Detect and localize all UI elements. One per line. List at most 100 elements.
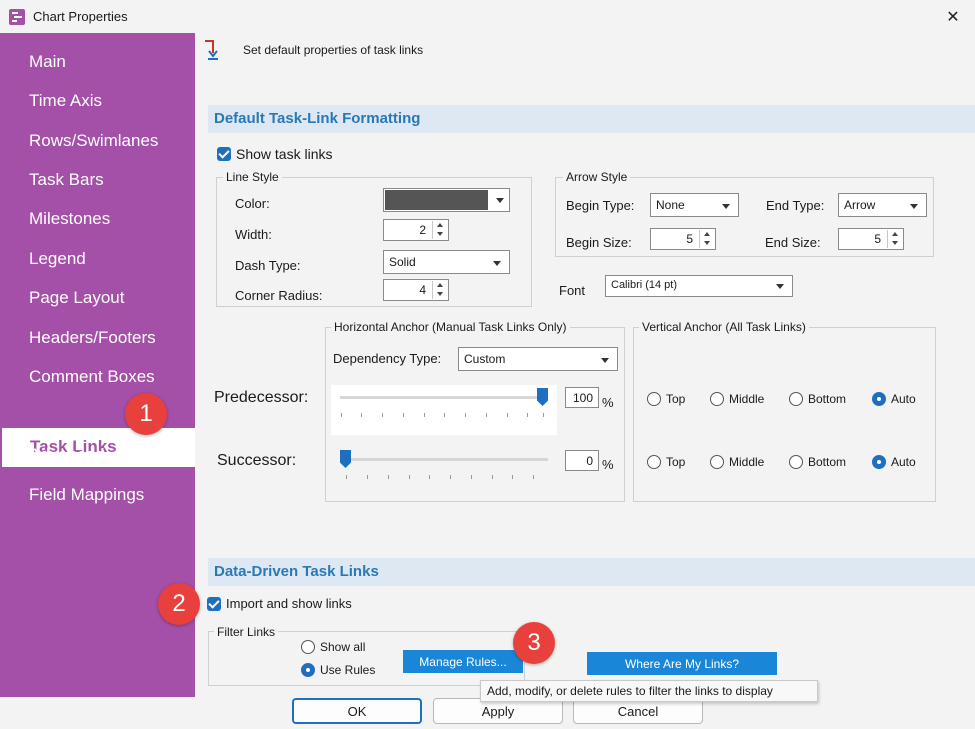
begin-size-stepper[interactable]: 5 (650, 228, 716, 250)
sidebar-item-main[interactable]: Main (29, 52, 66, 72)
callout-badge-2: 2 (158, 583, 200, 625)
vertical-anchor-title: Vertical Anchor (All Task Links) (639, 320, 809, 334)
import-links-label: Import and show links (226, 596, 352, 611)
pred-auto-radio[interactable] (872, 392, 886, 406)
show-all-radio[interactable] (301, 640, 315, 654)
sidebar-item-rows-swimlanes[interactable]: Rows/Swimlanes (29, 131, 158, 151)
slider-tick (492, 475, 493, 479)
spin-buttons[interactable] (699, 230, 714, 248)
spin-buttons[interactable] (432, 221, 447, 239)
end-size-value: 5 (874, 232, 881, 246)
color-picker[interactable] (383, 188, 510, 212)
show-task-links-checkbox[interactable] (217, 147, 231, 161)
successor-value: 0 (586, 454, 593, 468)
chevron-down-icon (910, 204, 918, 209)
end-type-select[interactable]: Arrow (838, 193, 927, 217)
succ-bottom-label: Bottom (808, 455, 847, 469)
ok-button[interactable]: OK (292, 698, 422, 724)
corner-radius-stepper[interactable]: 4 (383, 279, 449, 301)
slider-tick (361, 413, 362, 417)
sidebar-item-comment-boxes[interactable]: Comment Boxes (29, 367, 155, 387)
sidebar-item-headers-footers[interactable]: Headers/Footers (29, 328, 156, 348)
pred-middle-radio[interactable] (710, 392, 724, 406)
chevron-down-icon (493, 261, 501, 266)
succ-auto-label: Auto (891, 455, 916, 469)
color-swatch (385, 190, 488, 210)
spin-down-icon (437, 292, 443, 296)
pred-top-radio[interactable] (647, 392, 661, 406)
succ-middle-radio[interactable] (710, 455, 724, 469)
close-icon[interactable]: ✕ (937, 4, 969, 30)
import-links-checkbox[interactable] (207, 597, 221, 611)
width-value: 2 (419, 223, 426, 237)
font-label: Font (559, 283, 586, 298)
percent-sign: % (602, 457, 614, 472)
sidebar-item-legend[interactable]: Legend (29, 249, 86, 269)
percent-sign: % (602, 395, 614, 410)
spin-down-icon (892, 241, 898, 245)
dash-type-select[interactable]: Solid (383, 250, 510, 274)
callout-badge-1: 1 (125, 393, 167, 435)
use-rules-label: Use Rules (320, 663, 376, 677)
chevron-down-icon (722, 204, 730, 209)
link-arrow-icon (203, 38, 225, 62)
use-rules-radio[interactable] (301, 663, 315, 677)
callout-badge-3: 3 (513, 622, 555, 664)
where-are-my-links-button[interactable]: Where Are My Links? (587, 652, 777, 675)
sidebar-item-page-layout[interactable]: Page Layout (29, 288, 124, 308)
sidebar-item-advanced[interactable]: Advanced (29, 445, 105, 465)
vertical-anchor-group (633, 327, 936, 502)
width-stepper[interactable]: 2 (383, 219, 449, 241)
sidebar-item-milestones[interactable]: Milestones (29, 209, 110, 229)
pred-middle-label: Middle (729, 392, 765, 406)
section-header-formatting: Default Task-Link Formatting (208, 105, 975, 133)
dash-type-value: Solid (389, 255, 416, 269)
succ-top-radio[interactable] (647, 455, 661, 469)
sidebar-item-task-bars[interactable]: Task Bars (29, 170, 104, 190)
successor-slider[interactable] (331, 447, 557, 497)
slider-track (340, 458, 548, 461)
begin-type-select[interactable]: None (650, 193, 739, 217)
spin-down-icon (704, 241, 710, 245)
slider-thumb[interactable] (537, 388, 548, 406)
dependency-type-value: Custom (464, 352, 506, 366)
corner-radius-label: Corner Radius: (235, 288, 323, 303)
font-select[interactable]: Calibri (14 pt) (605, 275, 793, 297)
spin-buttons[interactable] (432, 281, 447, 299)
slider-tick (403, 413, 404, 417)
end-type-value: Arrow (844, 198, 876, 212)
successor-percent-input[interactable]: 0 (565, 450, 599, 471)
end-size-label: End Size: (765, 235, 821, 250)
filter-links-title: Filter Links (214, 625, 279, 639)
line-style-title: Line Style (223, 170, 282, 184)
section-title: Data-Driven Task Links (214, 563, 379, 580)
slider-tick (424, 413, 425, 417)
predecessor-slider[interactable] (331, 385, 557, 435)
slider-tick (543, 413, 544, 417)
chevron-down-icon (776, 284, 784, 289)
spin-up-icon (704, 232, 710, 236)
slider-track (340, 396, 548, 399)
end-size-stepper[interactable]: 5 (838, 228, 904, 250)
slider-thumb[interactable] (340, 450, 351, 468)
slider-tick (533, 475, 534, 479)
manage-rules-button[interactable]: Manage Rules... (403, 650, 523, 673)
begin-size-label: Begin Size: (566, 235, 632, 250)
succ-auto-radio[interactable] (872, 455, 886, 469)
title-bar: Chart Properties ✕ (0, 0, 975, 33)
width-label: Width: (235, 227, 272, 242)
sidebar-item-field-mappings[interactable]: Field Mappings (29, 485, 144, 505)
slider-tick (450, 475, 451, 479)
predecessor-label: Predecessor: (214, 389, 309, 406)
slider-tick (471, 475, 472, 479)
dependency-type-select[interactable]: Custom (458, 347, 618, 371)
begin-type-label: Begin Type: (566, 198, 635, 213)
slider-tick (465, 413, 466, 417)
show-task-links-label: Show task links (236, 146, 333, 162)
pred-bottom-radio[interactable] (789, 392, 803, 406)
chevron-down-icon (496, 198, 504, 203)
predecessor-percent-input[interactable]: 100 (565, 387, 599, 408)
spin-buttons[interactable] (887, 230, 902, 248)
succ-bottom-radio[interactable] (789, 455, 803, 469)
sidebar-item-time-axis[interactable]: Time Axis (29, 91, 102, 111)
